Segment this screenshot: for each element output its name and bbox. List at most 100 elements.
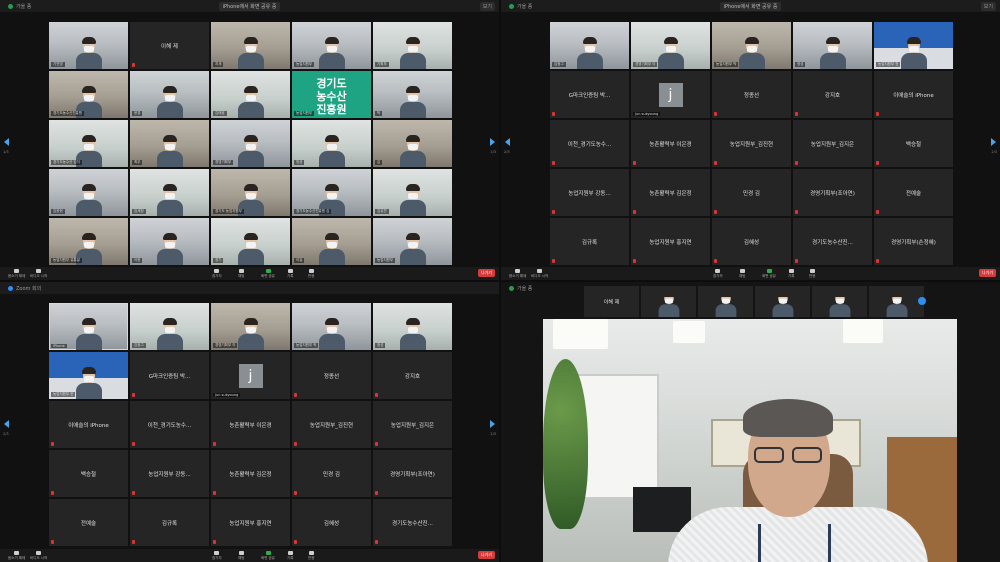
mute-button[interactable]: 음소거 해제 [8, 550, 25, 561]
participant-tile[interactable]: 농업지원부_김지은 [373, 401, 452, 448]
participant-tile[interactable]: 김규록 [550, 218, 629, 265]
reactions-button[interactable]: 반응 [308, 268, 314, 279]
participant-tile[interactable]: 김규록 [130, 499, 209, 546]
participant-video-tile[interactable]: 농업지원부 박 [712, 22, 791, 69]
next-page-arrow-icon[interactable] [490, 138, 495, 146]
participant-thumbnail[interactable] [755, 286, 810, 317]
participant-tile[interactable]: 농업지원부_김진현 [292, 401, 371, 448]
start-video-button[interactable]: 비디오 시작 [531, 268, 548, 279]
participant-tile[interactable]: 농촌활력부 이은경 [631, 120, 710, 167]
reactions-button[interactable]: 반응 [809, 268, 815, 279]
reactions-button[interactable]: 반응 [308, 550, 314, 561]
participant-video-tile[interactable]: 윤경 [130, 71, 209, 118]
participant-tile[interactable]: G마크인증팀 박... [130, 352, 209, 399]
participant-video-tile[interactable]: 김 [373, 120, 452, 167]
view-button[interactable]: 보기 [479, 1, 495, 11]
participant-video-tile[interactable]: 경기 [211, 218, 290, 265]
meeting-info-label[interactable]: 가을 종 [517, 285, 532, 292]
participant-tile[interactable]: 김혜성 [712, 218, 791, 265]
participant-tile[interactable]: 경영기획부(조아연) [793, 169, 872, 216]
leave-button[interactable]: 나가기 [978, 269, 996, 277]
participant-tile[interactable]: 경기도농수산진... [793, 218, 872, 265]
participant-tile[interactable]: 경영기획부(손정혜) [874, 218, 953, 265]
participant-tile[interactable]: 전예술 [49, 499, 128, 546]
share-screen-button[interactable]: 화면 공유 [261, 268, 275, 279]
participant-video-tile[interactable]: 농업지원부 [373, 218, 452, 265]
participant-video-tile[interactable]: 김정그 [550, 22, 629, 69]
participant-tile[interactable]: 이천_경기도농수... [130, 401, 209, 448]
mute-button[interactable]: 음소거 해제 [509, 268, 526, 279]
participant-video-tile[interactable]: 김정그 [130, 303, 209, 350]
next-thumbnails-icon[interactable] [918, 297, 926, 305]
start-video-button[interactable]: 비디오 시작 [30, 550, 47, 561]
participant-thumbnail[interactable] [641, 286, 696, 317]
security-shield-icon[interactable] [509, 3, 514, 9]
share-screen-button[interactable]: 화면 공유 [762, 268, 776, 279]
participant-thumbnail[interactable] [812, 286, 867, 317]
participant-video-tile[interactable]: 정성 [373, 303, 452, 350]
participant-video-tile[interactable]: 최우 [130, 120, 209, 167]
participant-video-tile[interactable]: 김윤현 [49, 169, 128, 216]
screen-share-banner[interactable]: iPhone에서 화면 공유 중 [719, 1, 782, 11]
participant-tile[interactable]: 농업지원부_김진현 [712, 120, 791, 167]
participants-button[interactable]: 참가자 [212, 550, 222, 561]
leave-button[interactable]: 나가기 [477, 269, 495, 277]
participant-tile[interactable]: 이해 제 [130, 22, 209, 69]
participant-video-tile[interactable]: 농업지원부 한 [49, 352, 128, 399]
participant-tile[interactable]: 김혜성 [292, 499, 371, 546]
participant-video-tile[interactable]: 경기도농수산 김이 [49, 120, 128, 167]
participant-video-tile[interactable]: 농업지원부 박 [292, 303, 371, 350]
meeting-info-label[interactable]: 가을 종 [517, 3, 532, 10]
next-page-arrow-icon[interactable] [991, 138, 996, 146]
participant-tile[interactable]: 강지호 [373, 352, 452, 399]
participant-video-tile[interactable]: 박 [373, 71, 452, 118]
participant-tile[interactable]: 경기도농수산진... [373, 499, 452, 546]
participant-video-tile[interactable]: 농업지원부 한 [874, 22, 953, 69]
participant-video-tile[interactable]: 기획부 [373, 22, 452, 69]
participant-tile[interactable]: 전예술 [874, 169, 953, 216]
participant-tile[interactable]: 농업지원부_김지은 [793, 120, 872, 167]
participant-thumbnail[interactable] [869, 286, 924, 317]
participant-video-tile[interactable]: 기연영 [49, 22, 128, 69]
participant-video-tile[interactable]: 지세 [211, 22, 290, 69]
start-video-button[interactable]: 비디오 시작 [30, 268, 47, 279]
participant-video-tile[interactable]: 김유찬 [373, 169, 452, 216]
participant-tile[interactable]: 농업지원부 강동... [130, 450, 209, 497]
participant-tile[interactable]: 백승철 [49, 450, 128, 497]
participant-video-tile[interactable]: 경기도농수산진흥원 김 [292, 169, 371, 216]
participant-tile[interactable]: j jun sukyoung [631, 71, 710, 118]
participant-video-tile[interactable]: 농업지원부 유통발 [49, 218, 128, 265]
participant-video-tile[interactable]: 이유 [292, 218, 371, 265]
record-button[interactable]: 기록 [287, 268, 293, 279]
participant-video-tile[interactable]: iPhone [49, 303, 128, 350]
security-shield-icon[interactable] [509, 285, 514, 291]
participant-tile[interactable]: 농촌활력부 김은정 [211, 450, 290, 497]
prev-page-arrow-icon[interactable] [4, 420, 9, 428]
chat-button[interactable]: 채팅 [739, 268, 745, 279]
participant-video-tile[interactable]: 농업지원부 [292, 22, 371, 69]
next-page-arrow-icon[interactable] [490, 420, 495, 428]
participant-tile[interactable]: 강지호 [793, 71, 872, 118]
participant-video-tile[interactable]: 경영기획부 이 [631, 22, 710, 69]
participant-video-tile[interactable]: 정성 [793, 22, 872, 69]
share-screen-button[interactable]: 화면 공유 [261, 550, 275, 561]
participant-tile[interactable]: j jun sukyoung [211, 352, 290, 399]
participant-video-tile[interactable]: 임세정 [130, 169, 209, 216]
participant-tile[interactable]: 경영기획부(조아연) [373, 450, 452, 497]
record-button[interactable]: 기록 [287, 550, 293, 561]
meeting-info-label[interactable]: 가을 종 [16, 3, 31, 10]
leave-button[interactable]: 나가기 [477, 551, 495, 559]
participant-video-tile[interactable]: 경기도 농수산 진흥원 농업지원부 [292, 71, 371, 118]
participant-tile[interactable]: 민경 김 [292, 450, 371, 497]
participant-tile[interactable]: 정종선 [292, 352, 371, 399]
participant-tile[interactable]: 이애슬의 iPhone [874, 71, 953, 118]
participant-tile[interactable]: G마크인증팀 박... [550, 71, 629, 118]
participant-tile[interactable]: 민경 김 [712, 169, 791, 216]
chat-button[interactable]: 채팅 [238, 268, 244, 279]
security-shield-icon[interactable] [8, 3, 13, 9]
prev-page-arrow-icon[interactable] [4, 138, 9, 146]
participant-video-tile[interactable]: 정성 [292, 120, 371, 167]
participant-tile[interactable]: 이애슬의 iPhone [49, 401, 128, 448]
participant-tile[interactable]: 농업지원부 홍지연 [211, 499, 290, 546]
participant-video-tile[interactable]: 김태호 [211, 71, 290, 118]
